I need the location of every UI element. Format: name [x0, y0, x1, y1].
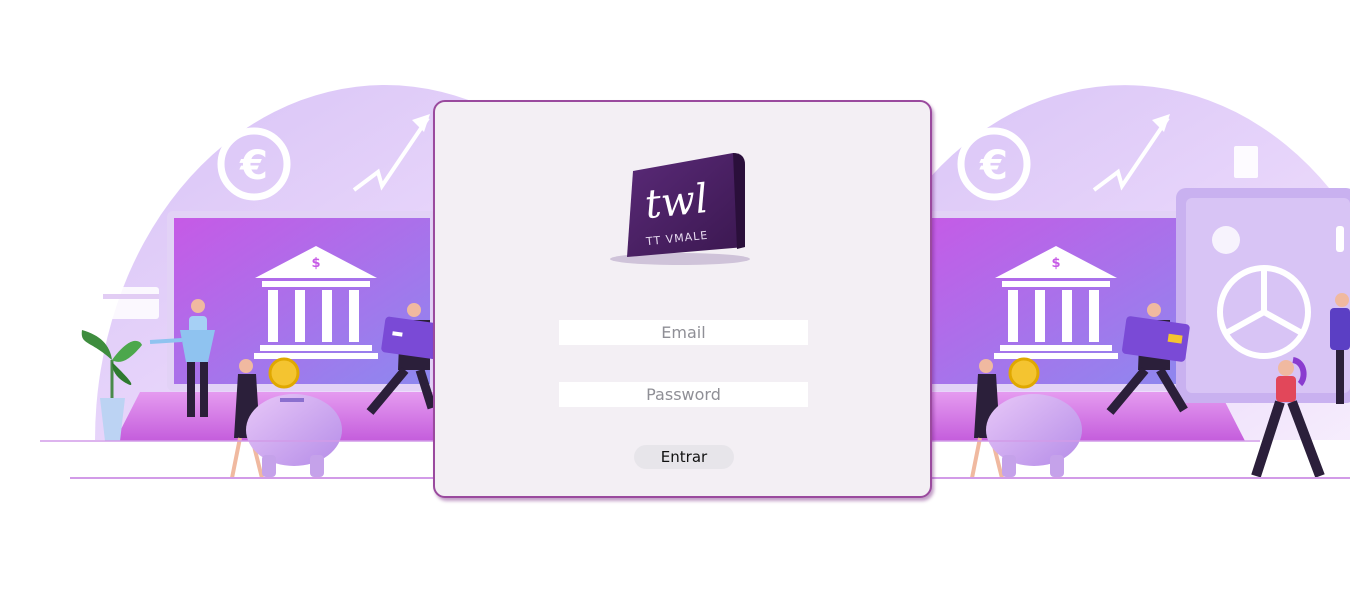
login-button[interactable]: Entrar — [634, 445, 734, 469]
card-icon — [103, 287, 159, 319]
svg-text:$: $ — [311, 256, 320, 271]
gold-coin-icon — [268, 357, 300, 389]
password-field[interactable] — [559, 382, 808, 407]
safe-icon — [1176, 188, 1350, 403]
logo-letters: twl — [643, 176, 711, 228]
svg-text:€: € — [979, 143, 1008, 189]
svg-text:$: $ — [1051, 256, 1060, 271]
euro-symbol: € — [239, 143, 268, 189]
email-field[interactable] — [559, 320, 808, 345]
login-card: twl TT VMALE Entrar — [433, 100, 932, 498]
wallet-logo-icon: twl TT VMALE — [610, 153, 750, 265]
calculator-icon — [1234, 146, 1258, 178]
